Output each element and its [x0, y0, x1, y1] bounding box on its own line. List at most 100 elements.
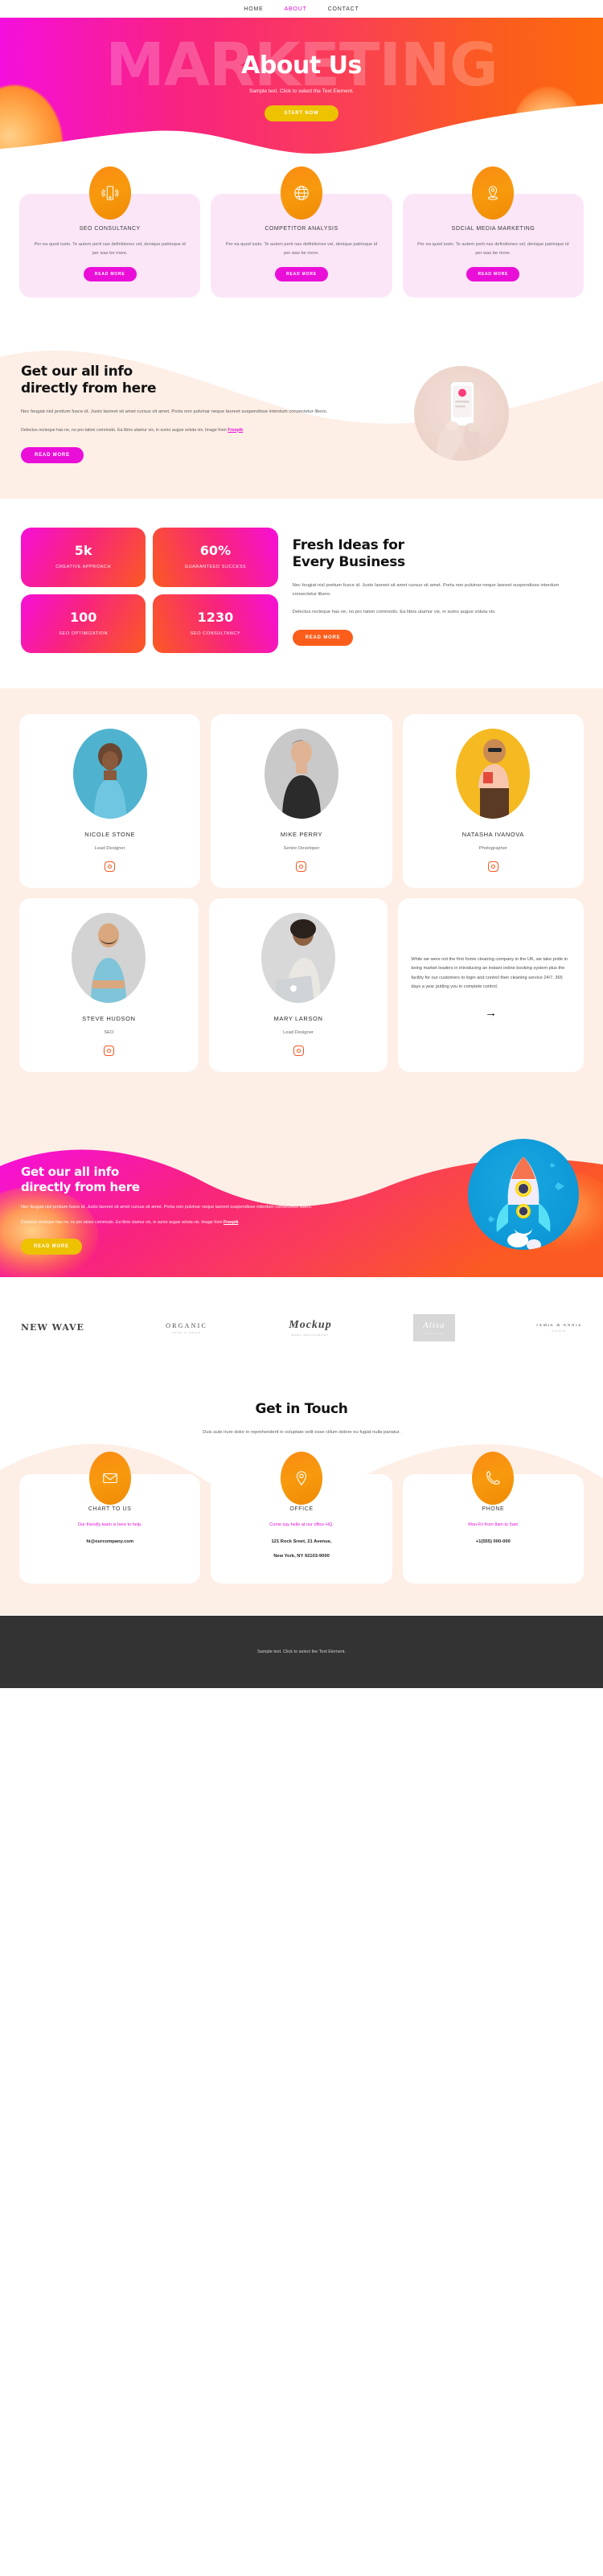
team-row: STEVE HUDSON SEO MARY LARSON Lead Design… [19, 898, 585, 1073]
read-more-button[interactable]: READ MORE [83, 267, 137, 282]
info-heading: Get our all info directly from here [21, 364, 329, 398]
stat-label: SEO CONSULTANCY [190, 631, 241, 636]
stats-heading-line2: Every Business [292, 554, 406, 571]
instagram-icon[interactable] [293, 1046, 304, 1057]
testimonial-card: While we were not the first home cleanin… [398, 898, 585, 1073]
stat-number: 100 [69, 609, 97, 625]
contact-card-title: CHART TO US [88, 1506, 132, 1512]
stats-heading-line1: Fresh Ideas for [292, 537, 404, 554]
team-name: STEVE HUDSON [82, 1015, 136, 1023]
client-logo-name: ORGANIC [166, 1321, 208, 1329]
contact-card-sub: Our friendly team is here to help. [77, 1522, 142, 1527]
team-name: NATASHA IVANOVA [461, 831, 524, 839]
read-more-button[interactable]: READ MORE [466, 267, 520, 282]
read-more-button[interactable]: READ MORE [21, 1239, 82, 1255]
cta-section: Get our all info directly from here Nec … [0, 1116, 603, 1278]
map-pin-icon [472, 166, 515, 220]
instagram-icon[interactable] [105, 861, 116, 873]
contact-card-sub: Mon-Fri from 8am to 5am [468, 1522, 519, 1527]
team-name: MIKE PERRY [280, 831, 323, 839]
freepik-link[interactable]: Freepik [228, 428, 243, 433]
team-card[interactable]: MARY LARSON Lead Designer [208, 898, 388, 1073]
contact-card-value: 121 Rock Sreet, 21 Avenue, [271, 1539, 332, 1544]
read-more-button[interactable]: READ MORE [21, 447, 84, 464]
testimonial-text: While we were not the first home cleanin… [411, 957, 568, 989]
team-card[interactable]: STEVE HUDSON SEO [19, 898, 199, 1073]
service-body: Per ea quod iusto. Te autem perti nax de… [34, 242, 186, 256]
service-body: Per ea quod iusto. Te autem perti nax de… [417, 242, 569, 256]
read-more-button[interactable]: READ MORE [292, 630, 354, 647]
client-logo: NEW WAVE [21, 1323, 84, 1333]
freepik-link[interactable]: Freepik [224, 1220, 238, 1225]
stat-card: 5k CREATIVE APPROACH [21, 528, 146, 587]
stats-heading: Fresh Ideas for Every Business [293, 537, 582, 572]
team-card[interactable]: NATASHA IVANOVA Photographer [402, 714, 584, 889]
nav-item-home[interactable]: HOME [244, 6, 263, 12]
client-logo: JAMIE & ANNIE STUDIO [536, 1324, 582, 1333]
globe-icon [280, 166, 322, 220]
client-logo: ORGANIC FOOD & DRINK [166, 1322, 207, 1334]
stats-paragraph-2: Delectus recteque has ne, no pro tation … [292, 610, 496, 615]
contact-card-value[interactable]: +1(555) 000-000 [411, 1538, 576, 1547]
info-section: Get our all info directly from here Nec … [0, 325, 603, 499]
contact-card-value[interactable]: hi@ourcompany.com [27, 1538, 192, 1547]
team-row: NICOLE STONE Lead Designer MIKE PERRY Se… [19, 714, 584, 889]
cta-heading-line2: directly from here [21, 1179, 140, 1194]
service-body: Per ea quod iusto. Te autem perti nax de… [225, 242, 378, 256]
contact-card[interactable]: CHART TO US Our friendly team is here to… [19, 1451, 201, 1584]
client-logo-sub: BARS RESTAURANT [291, 1334, 330, 1337]
stat-card: 100 SEO OPTIMIZATION [21, 594, 146, 654]
client-logo-name: NEW WAVE [21, 1322, 84, 1333]
read-more-button[interactable]: READ MORE [275, 267, 328, 282]
avatar [456, 729, 531, 820]
instagram-icon[interactable] [487, 861, 498, 873]
team-name: MARY LARSON [273, 1015, 323, 1023]
contact-card-title: PHONE [482, 1506, 505, 1512]
contact-card[interactable]: PHONE Mon-Fri from 8am to 5am +1(555) 00… [402, 1451, 584, 1584]
team-card[interactable]: MIKE PERRY Senior Developer [211, 714, 392, 889]
stat-card: 1230 SEO CONSULTANCY [153, 594, 278, 654]
contact-card[interactable]: OFFICE Come say hello at our office HQ. … [211, 1451, 392, 1584]
info-paragraph-2: Delectus recteque has ne, no pro tation … [21, 426, 329, 435]
team-section: NICOLE STONE Lead Designer MIKE PERRY Se… [0, 688, 603, 1117]
info-heading-line2: directly from here [21, 380, 157, 397]
team-name: NICOLE STONE [84, 831, 136, 839]
team-role: SEO [104, 1030, 114, 1036]
avatar [72, 729, 147, 820]
stats-section: 5k CREATIVE APPROACH 60% GUARANTEED SUCC… [0, 499, 603, 689]
nav-item-contact[interactable]: CONTACT [328, 6, 359, 12]
page-root: HOME ABOUT CONTACT MARKETING About Us Sa… [0, 0, 603, 1689]
hero-banner: MARKETING About Us Sample text. Click to… [0, 18, 603, 157]
start-now-button[interactable]: START NOW [265, 105, 338, 121]
team-card[interactable]: NICOLE STONE Lead Designer [19, 714, 201, 889]
contact-card-title: OFFICE [289, 1506, 314, 1512]
stats-grid: 5k CREATIVE APPROACH 60% GUARANTEED SUCC… [21, 528, 278, 654]
avatar [72, 913, 146, 1004]
stat-card: 60% GUARANTEED SUCCESS [153, 528, 278, 587]
client-logo-sub: STUDIO [552, 1329, 567, 1333]
client-logo-name: Mockup [289, 1319, 332, 1332]
cta-paragraph-2: Delectus recteque has ne, no pro tation … [21, 1219, 365, 1227]
services-section: SEO CONSULTANCY Per ea quod iusto. Te au… [0, 157, 603, 326]
team-role: Senior Developer [283, 846, 320, 852]
nav-item-about[interactable]: ABOUT [285, 6, 307, 12]
stat-label: GUARANTEED SUCCESS [184, 565, 247, 570]
rocket-illustration [468, 1139, 579, 1251]
service-title: COMPETITOR ANALYSIS [265, 226, 338, 232]
service-title: SOCIAL MEDIA MARKETING [451, 226, 535, 232]
service-card[interactable]: SEO CONSULTANCY Per ea quod iusto. Te au… [19, 166, 201, 298]
contact-card-sub: Come say hello at our office HQ. [269, 1522, 334, 1527]
team-role: Lead Designer [94, 846, 125, 852]
team-role: Lead Designer [283, 1030, 314, 1036]
instagram-icon[interactable] [296, 861, 307, 873]
client-logo-sub: BOUTIQUE [424, 1333, 445, 1336]
client-logo-name: Alisa [422, 1321, 445, 1331]
client-logo-name: JAMIE & ANNIE [535, 1323, 582, 1328]
service-card[interactable]: SOCIAL MEDIA MARKETING Per ea quod iusto… [402, 166, 584, 298]
arrow-right-icon[interactable]: → [411, 1006, 571, 1020]
instagram-icon[interactable] [103, 1046, 114, 1057]
service-card[interactable]: COMPETITOR ANALYSIS Per ea quod iusto. T… [211, 166, 392, 298]
map-pin-icon [280, 1451, 322, 1505]
cta-paragraph-2-text: Delectus recteque has ne, no pro tation … [21, 1220, 224, 1226]
stats-paragraph-1: Nec feugiat nisl pretium fusce id. Justo… [292, 582, 560, 597]
